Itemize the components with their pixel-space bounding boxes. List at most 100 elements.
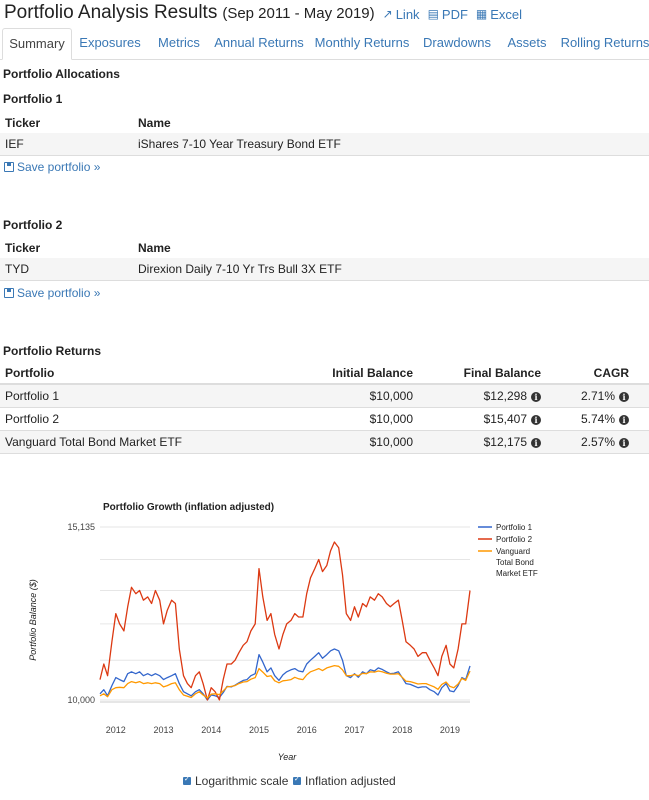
column-header-initial-balance: Initial Balance bbox=[332, 366, 413, 380]
save-portfolio-label: Save portfolio » bbox=[17, 160, 101, 174]
initial-balance-cell: $10,000 bbox=[369, 389, 413, 403]
final-balance-value: $12,298 bbox=[483, 389, 527, 403]
x-tick-label: 2019 bbox=[440, 725, 460, 735]
portfolio-1-heading: Portfolio 1 bbox=[3, 92, 63, 106]
pdf-label: PDF bbox=[441, 6, 468, 22]
column-header-ticker: Ticker bbox=[5, 241, 41, 255]
save-portfolio-1-link[interactable]: Save portfolio » bbox=[4, 160, 100, 174]
x-tick-label: 2017 bbox=[344, 725, 364, 735]
checkbox-checked-icon bbox=[293, 775, 301, 785]
series-line-1 bbox=[99, 648, 471, 701]
initial-balance-cell: $10,000 bbox=[369, 435, 413, 449]
column-header-cagr: CAGR bbox=[593, 366, 629, 380]
portfolio-cell: Portfolio 1 bbox=[5, 389, 60, 403]
table-row: IEF iShares 7-10 Year Treasury Bond ETF bbox=[0, 133, 649, 156]
column-header-portfolio: Portfolio bbox=[5, 366, 55, 380]
save-icon bbox=[4, 162, 14, 172]
portfolio-2-heading: Portfolio 2 bbox=[3, 218, 63, 232]
excel-button[interactable]: ▦ Excel bbox=[476, 7, 522, 22]
chart-ticks: 10,000 15,135 2012 2013 2014 2015 2016 2017 2018… bbox=[67, 522, 459, 735]
table-row: Portfolio 1 $10,000 $12,298 i 2.71% i bbox=[0, 385, 649, 408]
legend-label-line: Portfolio 1 bbox=[496, 523, 533, 532]
info-icon[interactable]: i bbox=[531, 414, 541, 425]
ticker-cell: TYD bbox=[5, 262, 29, 276]
final-balance-cell: $12,298 i bbox=[484, 385, 541, 407]
portfolio-cell: Portfolio 2 bbox=[5, 412, 60, 426]
cagr-value: 2.71% bbox=[580, 389, 615, 403]
x-axis-label: Year bbox=[278, 752, 298, 762]
chart-grid bbox=[100, 526, 470, 703]
legend-label: Portfolio 2 bbox=[496, 535, 533, 544]
chart-legend: Portfolio 1 Portfolio 2 Vanguard Total Bond… bbox=[478, 523, 538, 578]
table-row: Vanguard Total Bond Market ETF $10,000 $… bbox=[0, 431, 649, 454]
legend-label-line: Total Bond bbox=[496, 558, 534, 567]
tab-drawdowns[interactable]: Drawdowns bbox=[420, 28, 494, 58]
x-tick-label: 2014 bbox=[201, 725, 221, 735]
page-subtitle: (Sep 2011 - May 2019) bbox=[222, 5, 375, 22]
save-portfolio-2-link[interactable]: Save portfolio » bbox=[4, 286, 100, 300]
y-tick-label: 10,000 bbox=[67, 695, 95, 705]
info-icon[interactable]: i bbox=[619, 414, 629, 425]
page-title: Portfolio Analysis Results bbox=[4, 2, 218, 23]
save-portfolio-label: Save portfolio » bbox=[17, 286, 101, 300]
allocations-heading: Portfolio Allocations bbox=[3, 67, 120, 81]
link-label: Link bbox=[395, 6, 420, 22]
table-row: TYD Direxion Daily 7-10 Yr Trs Bull 3X E… bbox=[0, 258, 649, 281]
name-cell: iShares 7-10 Year Treasury Bond ETF bbox=[138, 137, 341, 151]
table-header-row: Ticker Name bbox=[0, 238, 649, 260]
table-row: Portfolio 2 $10,000 $15,407 i 5.74% i bbox=[0, 408, 649, 431]
external-link-icon: ↗ bbox=[382, 7, 393, 21]
tab-summary[interactable]: Summary bbox=[2, 28, 72, 60]
legend-label-line: Market ETF bbox=[496, 569, 538, 578]
portfolio-cell: Vanguard Total Bond Market ETF bbox=[5, 435, 182, 449]
inflation-adjusted-label: Inflation adjusted bbox=[305, 774, 396, 788]
info-icon[interactable]: i bbox=[619, 391, 629, 402]
inflation-adjusted-checkbox[interactable]: Inflation adjusted bbox=[293, 774, 396, 788]
table-header-row: Ticker Name bbox=[0, 113, 649, 135]
legend-label: Portfolio 1 bbox=[496, 523, 533, 532]
info-icon[interactable]: i bbox=[531, 437, 541, 448]
x-tick-label: 2018 bbox=[392, 725, 412, 735]
x-tick-label: 2013 bbox=[153, 725, 173, 735]
returns-heading: Portfolio Returns bbox=[3, 344, 101, 358]
log-scale-label: Logarithmic scale bbox=[195, 774, 289, 788]
tab-monthly-returns[interactable]: Monthly Returns bbox=[313, 28, 411, 58]
cagr-cell: 2.71% i bbox=[581, 385, 629, 407]
y-tick-label: 15,135 bbox=[67, 522, 95, 532]
chart-svg: Portfolio Growth (inflation adjusted) Po… bbox=[28, 502, 538, 762]
cagr-value: 2.57% bbox=[580, 435, 615, 449]
info-icon[interactable]: i bbox=[619, 437, 629, 448]
x-tick-label: 2015 bbox=[249, 725, 269, 735]
pdf-file-icon: ▤ bbox=[427, 7, 439, 21]
x-tick-label: 2016 bbox=[297, 725, 317, 735]
y-axis-label: Portfolio Balance ($) bbox=[28, 579, 38, 661]
series-line-3 bbox=[99, 664, 471, 699]
link-button[interactable]: ↗ Link bbox=[383, 7, 420, 22]
legend-label-line: Vanguard bbox=[496, 547, 530, 556]
tab-annual-returns[interactable]: Annual Returns bbox=[213, 28, 305, 58]
excel-label: Excel bbox=[490, 6, 523, 22]
tab-assets[interactable]: Assets bbox=[503, 28, 551, 58]
cagr-cell: 2.57% i bbox=[581, 431, 629, 453]
cagr-value: 5.74% bbox=[580, 412, 615, 426]
tab-bar: Summary Exposures Metrics Annual Returns… bbox=[0, 28, 649, 60]
series-line-2 bbox=[99, 541, 471, 701]
checkbox-checked-icon bbox=[183, 775, 191, 785]
pdf-button[interactable]: ▤ PDF bbox=[428, 7, 468, 22]
name-cell: Direxion Daily 7-10 Yr Trs Bull 3X ETF bbox=[138, 262, 342, 276]
legend-label: Vanguard Total Bond Market ETF bbox=[496, 547, 538, 578]
log-scale-checkbox[interactable]: Logarithmic scale bbox=[183, 774, 288, 788]
tab-metrics[interactable]: Metrics bbox=[151, 28, 207, 58]
chart-title: Portfolio Growth (inflation adjusted) bbox=[103, 502, 274, 513]
final-balance-cell: $12,175 i bbox=[484, 431, 541, 453]
column-header-name: Name bbox=[138, 116, 171, 130]
table-header-row: Portfolio Initial Balance Final Balance … bbox=[0, 363, 649, 385]
excel-file-icon: ▦ bbox=[475, 7, 488, 21]
ticker-cell: IEF bbox=[5, 137, 24, 151]
tab-rolling-returns[interactable]: Rolling Returns bbox=[560, 28, 649, 58]
final-balance-value: $12,175 bbox=[483, 435, 527, 449]
column-header-final-balance: Final Balance bbox=[463, 366, 541, 380]
tab-exposures[interactable]: Exposures bbox=[76, 28, 144, 58]
info-icon[interactable]: i bbox=[531, 391, 541, 402]
x-tick-label: 2012 bbox=[106, 725, 126, 735]
